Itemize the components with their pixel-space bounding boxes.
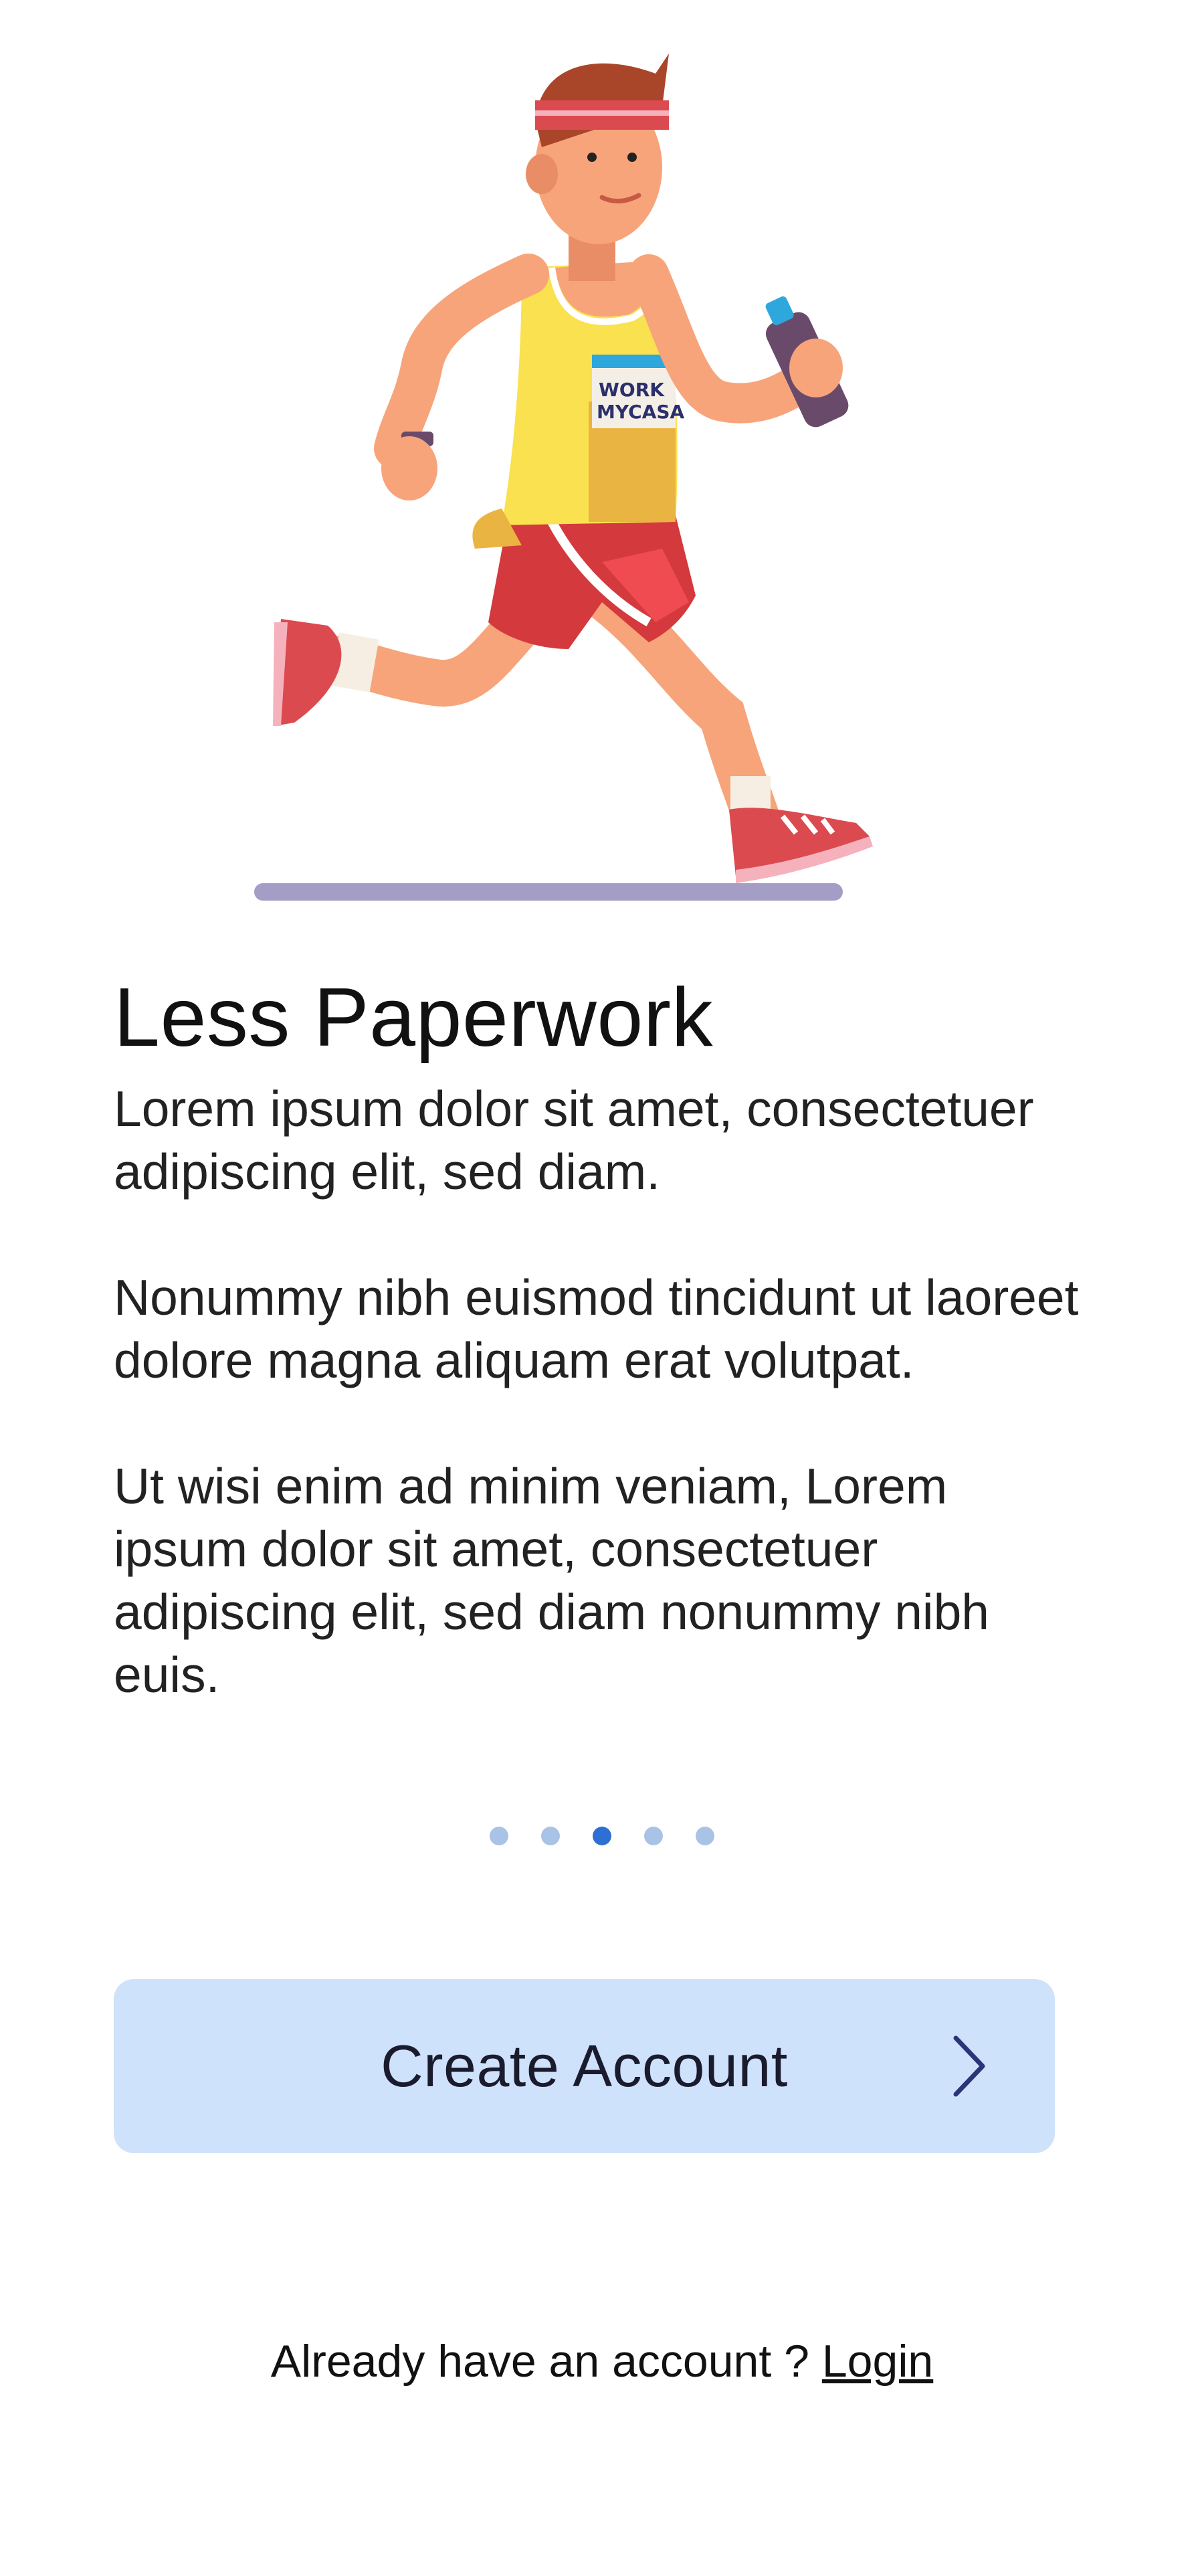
page-indicator xyxy=(0,1827,1204,1845)
page-title: Less Paperwork xyxy=(114,972,714,1064)
description: Lorem ipsum dolor sit amet, consectetuer… xyxy=(114,1077,1090,1769)
runner-illustration: WORK MYCASA xyxy=(254,47,943,923)
chevron-right-icon xyxy=(953,2035,985,2097)
login-link[interactable]: Login xyxy=(822,2336,933,2387)
page-dot[interactable] xyxy=(696,1827,714,1845)
create-account-label: Create Account xyxy=(381,2033,788,2099)
login-prompt-text: Already have an account ? xyxy=(270,2336,822,2387)
description-paragraph: Nonummy nibh euismod tincidunt ut laoree… xyxy=(114,1269,1079,1388)
description-paragraph: Lorem ipsum dolor sit amet, consectetuer… xyxy=(114,1081,1034,1200)
create-account-button[interactable]: Create Account xyxy=(114,1979,1055,2153)
ground-line xyxy=(254,883,843,901)
page-dot[interactable] xyxy=(644,1827,663,1845)
login-prompt: Already have an account ? Login xyxy=(0,2335,1204,2387)
description-paragraph: Ut wisi enim ad minim veniam, Lorem ipsu… xyxy=(114,1458,990,1703)
page-dot[interactable] xyxy=(541,1827,560,1845)
svg-text:WORK: WORK xyxy=(599,379,665,401)
svg-text:MYCASA: MYCASA xyxy=(597,401,685,423)
page-dot-active[interactable] xyxy=(593,1827,611,1845)
page-dot[interactable] xyxy=(490,1827,508,1845)
